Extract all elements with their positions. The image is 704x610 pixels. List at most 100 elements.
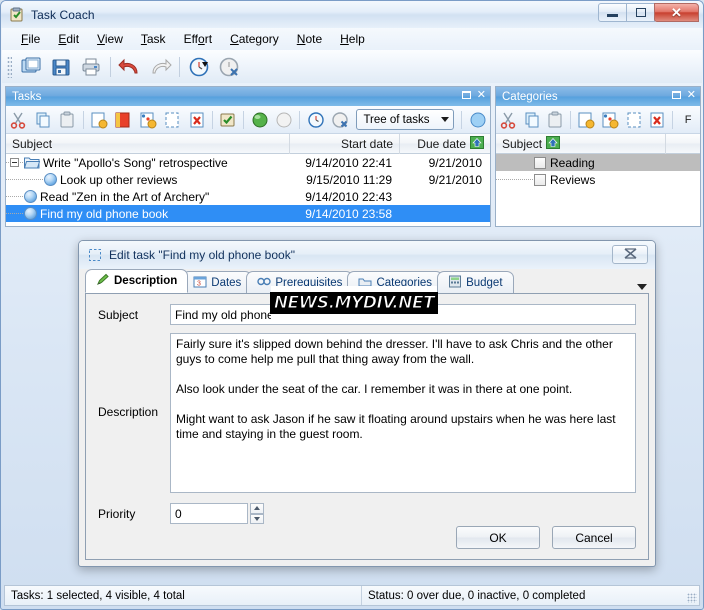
toolbar-separator [82,110,84,129]
statusbar: Tasks: 1 selected, 4 visible, 4 total St… [4,585,700,606]
paste-icon[interactable] [55,108,80,132]
statusbar-status-text: Status: 0 over due, 0 inactive, 0 comple… [368,589,586,602]
cut-icon[interactable] [496,108,520,132]
task-subject-text: Find my old phone book [40,206,169,221]
menu-edit[interactable]: Edit [49,30,88,48]
column-start-date[interactable]: Start date [290,133,400,154]
categories-list[interactable]: Reading Reviews [496,154,700,188]
cell-subject: Read "Zen in the Art of Archery" [6,188,290,205]
dialog-titlebar: Edit task "Find my old phone book" [79,241,655,269]
new-subcategory-icon[interactable] [598,108,622,132]
new-task-icon[interactable] [86,108,111,132]
edit-task-icon[interactable] [135,108,160,132]
category-checkbox[interactable] [534,156,546,169]
toolbar-separator [461,110,463,129]
categories-panel-close-icon[interactable]: ✕ [687,89,696,101]
priority-input[interactable]: 0 [170,503,248,524]
view-mode-combo[interactable]: Tree of tasks [356,109,455,130]
menu-task[interactable]: Task [132,30,175,48]
tree-indent [6,205,24,222]
menu-category[interactable]: Category [221,30,288,48]
start-tracking-icon[interactable] [303,108,328,132]
mail-task-icon[interactable] [216,108,241,132]
tab-description[interactable]: Description [85,269,189,293]
tab-overflow-button[interactable] [637,284,647,290]
start-effort-icon[interactable] [184,53,214,81]
toolbar-grip[interactable] [7,55,12,78]
tab-budget[interactable]: Budget [437,271,514,293]
resize-grip[interactable] [687,593,697,603]
cell-subject: Find my old phone book [6,205,290,222]
menu-note[interactable]: Note [288,30,331,48]
cell-due-date: 9/21/2010 [428,155,482,170]
tasks-column-header: Subject Start date Due date [6,133,490,154]
stop-tracking-icon[interactable] [328,108,353,132]
edit-category-icon[interactable] [622,108,646,132]
category-checkbox[interactable] [534,173,546,186]
priority-up-icon[interactable] [247,108,272,132]
open-icon[interactable] [16,53,46,81]
tasks-list[interactable]: Write "Apollo's Song" retrospective 9/14/… [6,154,490,222]
tab-dates[interactable]: 3 Dates [182,271,253,293]
minimize-button[interactable] [598,3,627,22]
priority-stepper[interactable] [250,503,264,524]
menu-effort[interactable]: Effort [175,30,222,48]
table-row[interactable]: Look up other reviews 9/15/2010 11:29 9/21… [6,171,490,188]
delete-task-icon[interactable] [184,108,209,132]
task-circle-icon [24,207,37,220]
redo-icon[interactable] [145,53,175,81]
cancel-button[interactable]: Cancel [552,526,636,549]
cell-subject: Look up other reviews [6,171,290,188]
menu-file[interactable]: File [12,30,49,48]
mark-incomplete-icon[interactable] [160,108,185,132]
table-row[interactable]: Read "Zen in the Art of Archery" 9/14/201… [6,188,490,205]
tree-indent [6,188,24,205]
dialog-close-button[interactable] [612,245,648,264]
tasks-panel-caption: Tasks ✕ [6,87,490,106]
column-due-date[interactable]: Due date [400,134,490,154]
new-category-icon[interactable] [574,108,598,132]
description-label: Description [98,405,159,419]
prerequisites-icon [257,275,272,291]
copy-icon[interactable] [520,108,544,132]
tasks-panel-close-icon[interactable]: ✕ [477,89,486,101]
delete-category-icon[interactable] [646,108,670,132]
column-start-date-label: Start date [340,136,393,151]
priority-decrement-icon[interactable] [250,513,264,524]
tree-indent [496,171,534,188]
description-textarea[interactable]: Fairly sure it's slipped down behind the… [170,333,636,493]
window-titlebar: Task Coach ✕ [1,1,703,28]
categories-panel-restore-icon[interactable] [671,91,681,99]
tasks-panel-toolbar: Tree of tasks [6,106,490,134]
priority-increment-icon[interactable] [250,503,264,514]
print-icon[interactable] [76,53,106,81]
table-row[interactable]: Write "Apollo's Song" retrospective 9/14/… [6,154,490,171]
dialog-title: Edit task "Find my old phone book" [109,248,295,262]
new-subtask-icon[interactable] [111,108,136,132]
close-button[interactable]: ✕ [654,3,699,22]
filter-icon[interactable] [465,108,490,132]
sort-ascending-icon [470,135,484,152]
column-category-subject[interactable]: Subject [496,133,666,154]
list-item[interactable]: Reviews [496,171,700,188]
ok-button[interactable]: OK [456,526,540,549]
maximize-button[interactable] [626,3,655,22]
copy-icon[interactable] [31,108,56,132]
save-icon[interactable] [46,53,76,81]
table-row[interactable]: Find my old phone book 9/14/2010 23:58 [6,205,490,222]
menu-view[interactable]: View [88,30,132,48]
filter-categories-icon[interactable]: F [676,108,700,132]
list-item[interactable]: Reading [496,154,700,171]
undo-icon[interactable] [115,53,145,81]
column-subject[interactable]: Subject [6,133,290,154]
paste-icon[interactable] [544,108,568,132]
priority-down-icon[interactable] [272,108,297,132]
cut-icon[interactable] [6,108,31,132]
stop-effort-icon[interactable] [214,53,244,81]
expander-icon[interactable] [10,158,19,167]
menubar: File Edit View Task Effort Category Note… [2,28,702,50]
tree-line [6,213,24,214]
menu-help[interactable]: Help [331,30,374,48]
taskcoach-icon [9,7,25,23]
tasks-panel-restore-icon[interactable] [461,91,471,99]
